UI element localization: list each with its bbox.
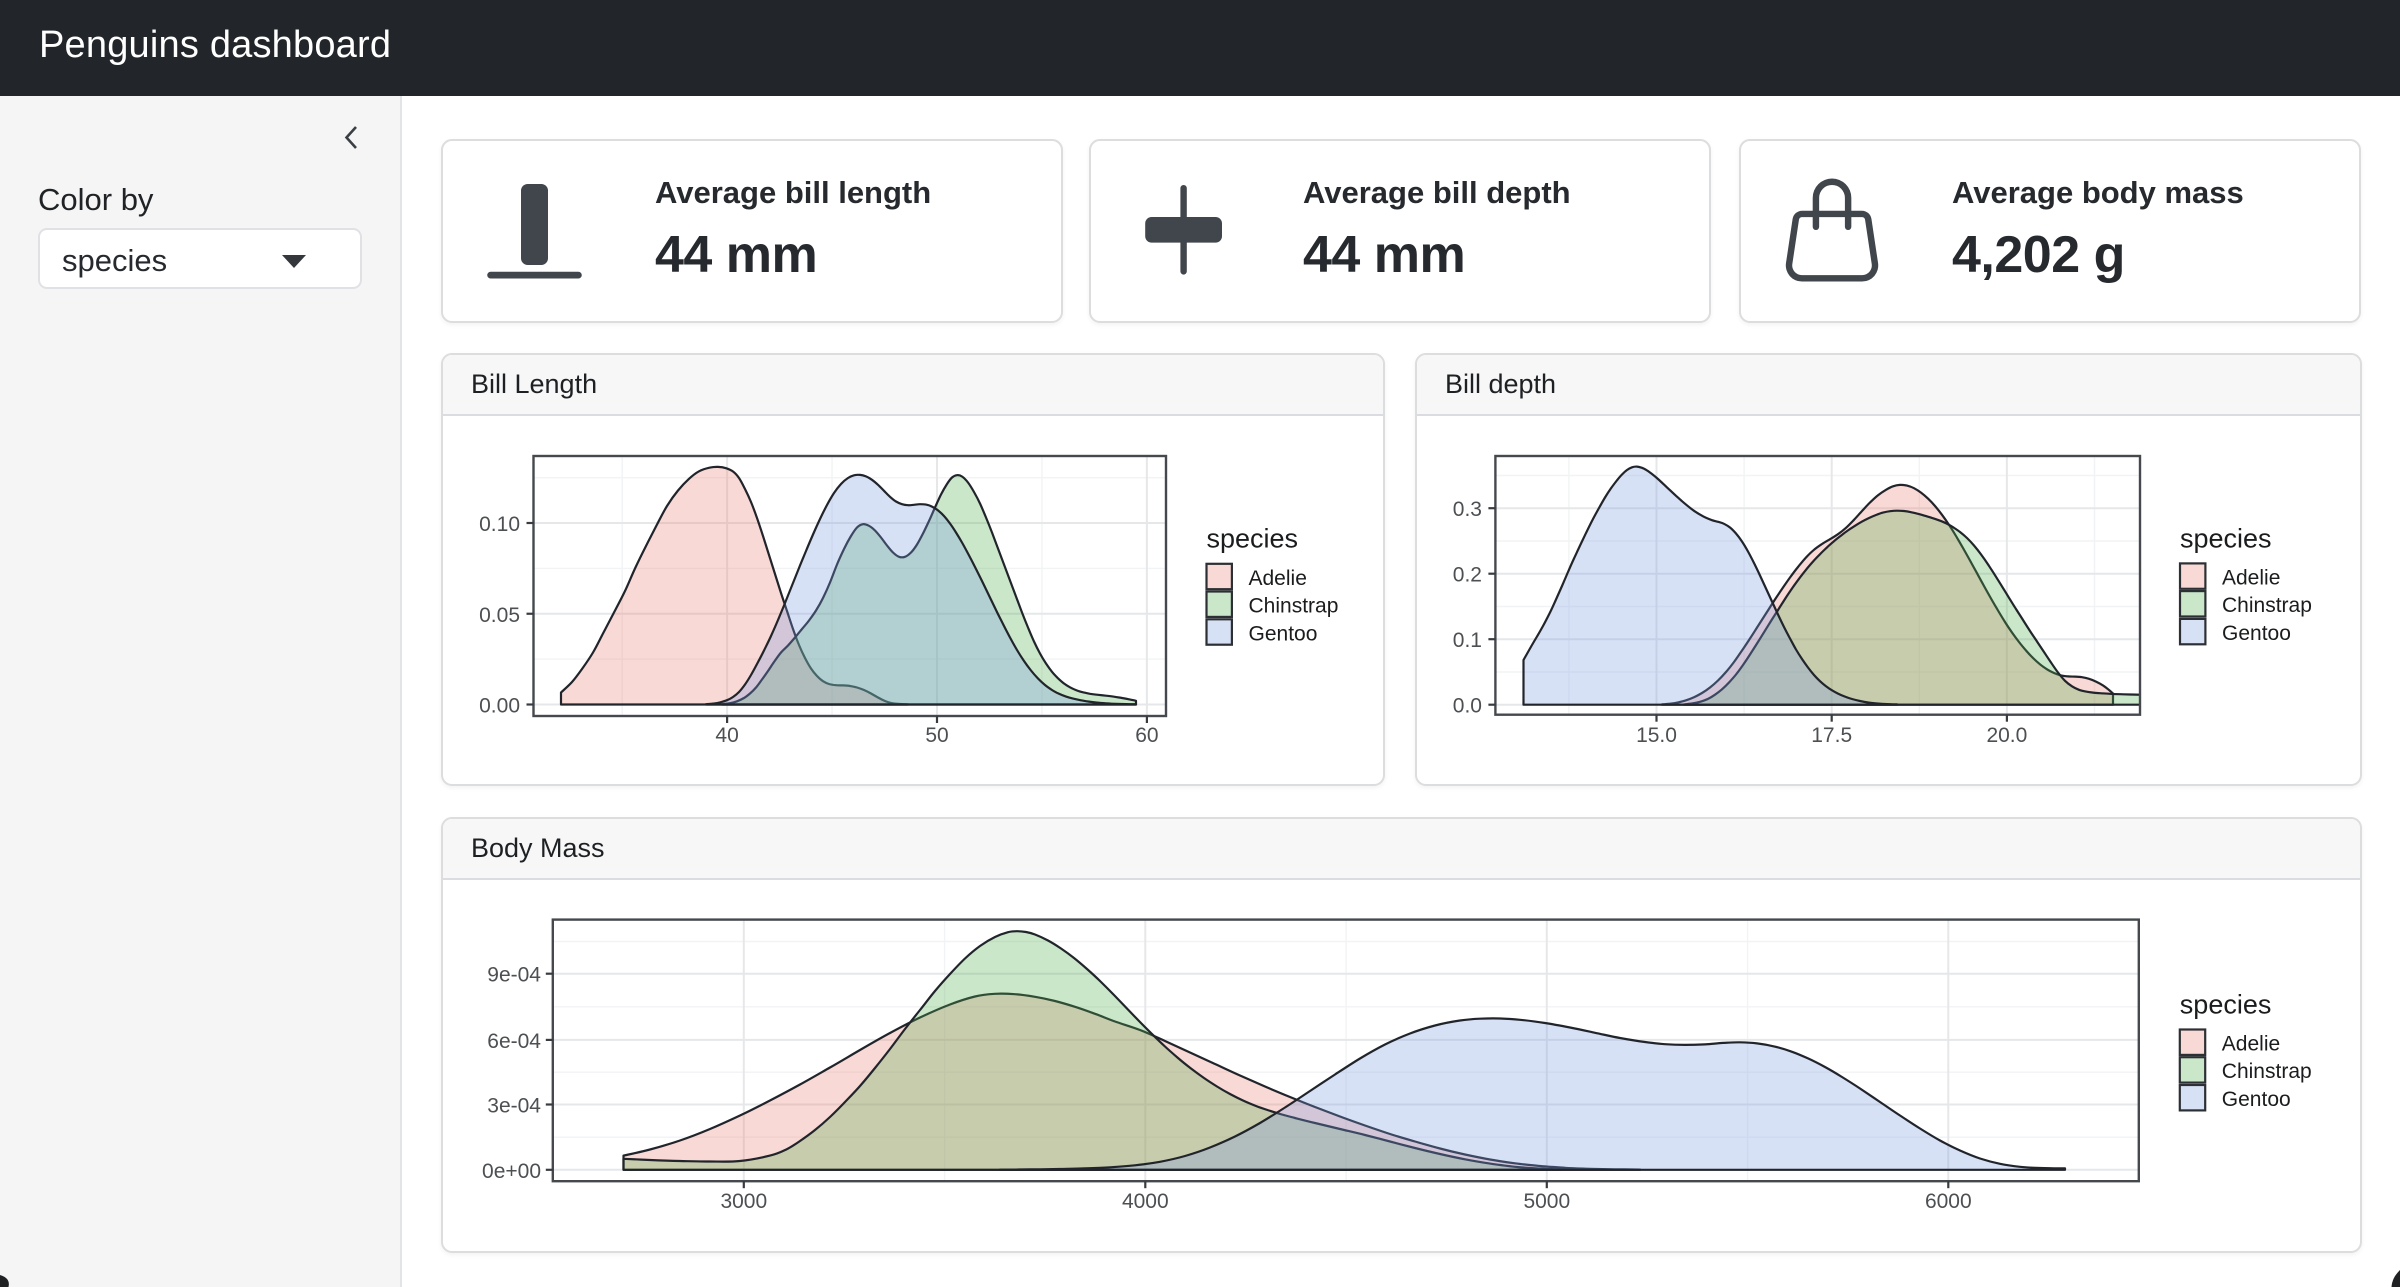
svg-text:4000: 4000 <box>1122 1190 1169 1213</box>
svg-text:species: species <box>2180 524 2272 554</box>
svg-text:0.0: 0.0 <box>1453 695 1482 718</box>
svg-text:15.0: 15.0 <box>1636 724 1677 747</box>
svg-text:Average body mass: Average body mass <box>1952 175 2244 210</box>
svg-text:0.05: 0.05 <box>479 604 520 627</box>
svg-text:Average bill depth: Average bill depth <box>1303 175 1571 210</box>
svg-text:Adelie: Adelie <box>2222 566 2280 589</box>
svg-text:6e-04: 6e-04 <box>487 1030 541 1053</box>
svg-text:3000: 3000 <box>720 1190 767 1213</box>
svg-text:44 mm: 44 mm <box>655 226 817 284</box>
svg-text:species: species <box>1207 524 1299 554</box>
svg-text:Average bill length: Average bill length <box>655 175 931 210</box>
svg-text:Gentoo: Gentoo <box>2222 1088 2291 1111</box>
svg-text:0.2: 0.2 <box>1453 564 1482 587</box>
svg-text:6000: 6000 <box>1925 1190 1972 1213</box>
svg-text:0.10: 0.10 <box>479 513 520 536</box>
svg-text:Gentoo: Gentoo <box>1249 622 1318 645</box>
svg-text:Adelie: Adelie <box>2222 1033 2280 1056</box>
svg-text:17.5: 17.5 <box>1811 724 1852 747</box>
svg-text:0.1: 0.1 <box>1453 629 1482 652</box>
svg-text:0.00: 0.00 <box>479 695 520 718</box>
svg-text:40: 40 <box>715 724 738 747</box>
svg-text:20.0: 20.0 <box>1986 724 2027 747</box>
svg-text:3e-04: 3e-04 <box>487 1095 541 1118</box>
svg-text:Chinstrap: Chinstrap <box>1249 595 1339 618</box>
svg-text:Chinstrap: Chinstrap <box>2222 1060 2312 1083</box>
svg-text:0e+00: 0e+00 <box>482 1160 541 1183</box>
svg-text:4,202 g: 4,202 g <box>1952 226 2125 284</box>
svg-text:Gentoo: Gentoo <box>2222 622 2291 645</box>
svg-text:9e-04: 9e-04 <box>487 964 541 987</box>
svg-text:5000: 5000 <box>1523 1190 1570 1213</box>
svg-text:44 mm: 44 mm <box>1303 226 1465 284</box>
svg-text:60: 60 <box>1135 724 1158 747</box>
svg-text:Chinstrap: Chinstrap <box>2222 594 2312 617</box>
svg-text:0.3: 0.3 <box>1453 498 1482 521</box>
svg-text:Adelie: Adelie <box>1249 567 1307 590</box>
svg-text:species: species <box>2180 990 2272 1020</box>
svg-text:50: 50 <box>925 724 948 747</box>
